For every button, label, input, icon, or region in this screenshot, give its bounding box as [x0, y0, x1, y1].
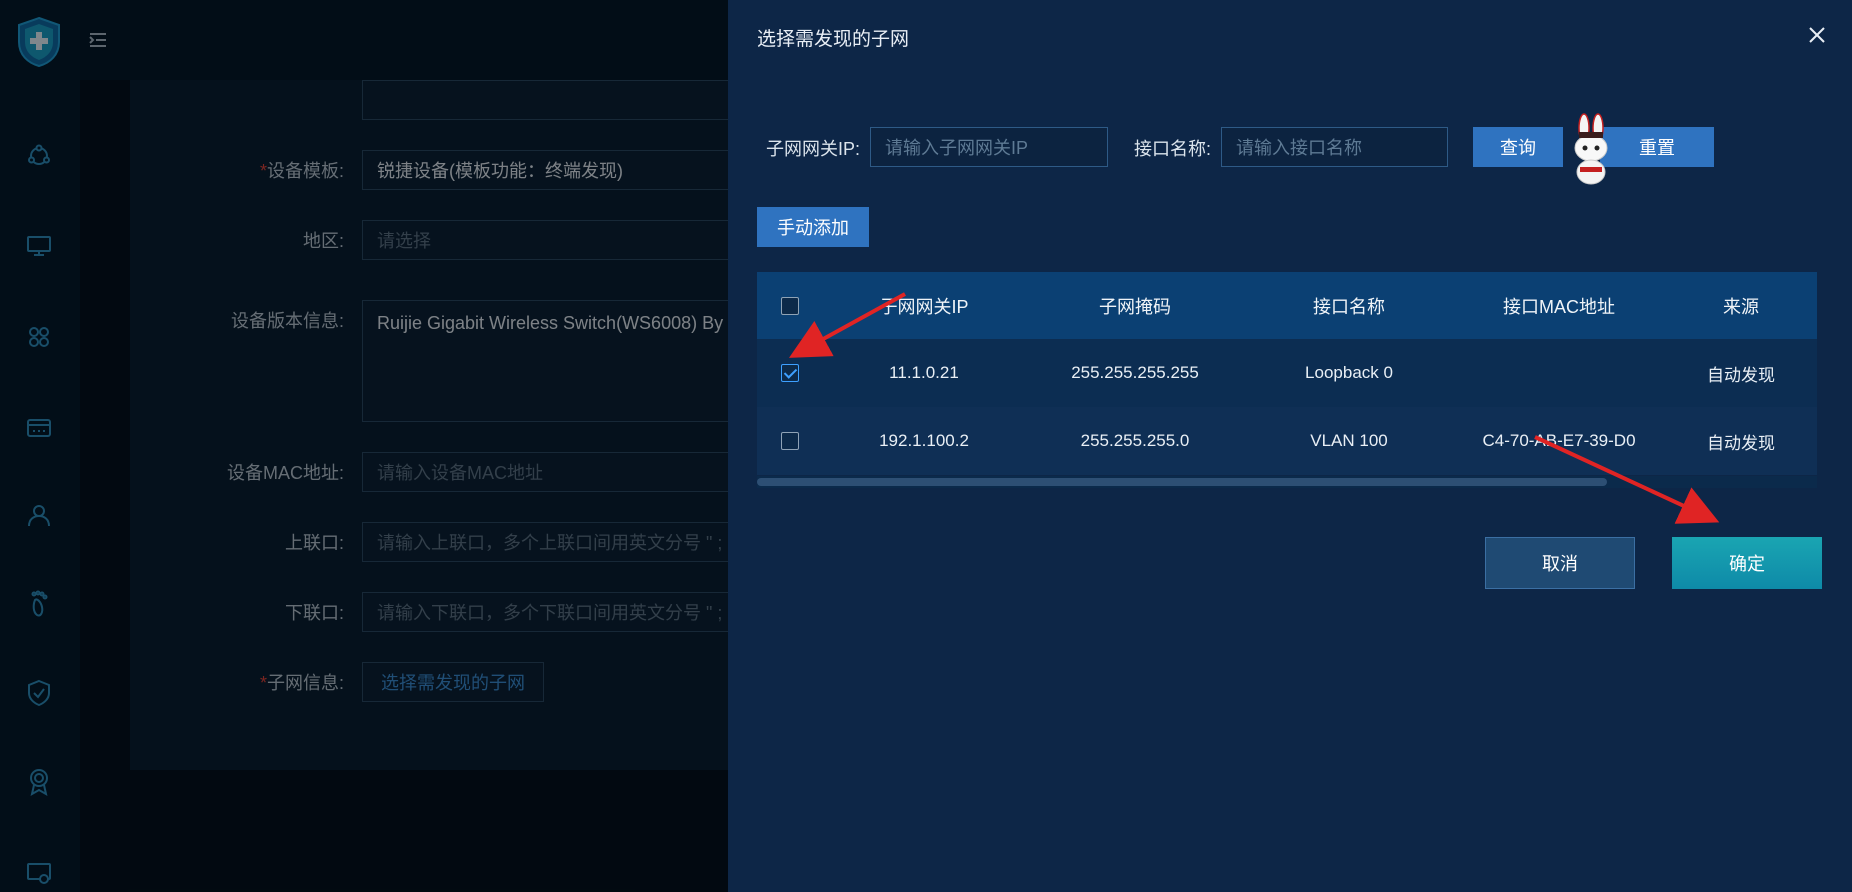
- header-source: 来源: [1723, 296, 1759, 317]
- subnet-dialog: 选择需发现的子网 子网网关IP: 请输入子网网关IP 接口名称: 请输入接口名称…: [728, 0, 1852, 892]
- query-button[interactable]: 查询: [1473, 127, 1563, 167]
- cell-source: 自动发现: [1707, 365, 1775, 385]
- table-row[interactable]: 192.1.100.2 255.255.255.0 VLAN 100 C4-70…: [757, 407, 1817, 475]
- subnet-table: 子网网关IP 子网掩码 接口名称 接口MAC地址 来源 11.1.0.21 25…: [757, 272, 1817, 475]
- table-scrollbar[interactable]: [757, 476, 1817, 488]
- cell-mask: 255.255.255.255: [1071, 363, 1199, 382]
- gateway-filter-input[interactable]: 请输入子网网关IP: [870, 127, 1108, 167]
- cell-source: 自动发现: [1707, 433, 1775, 453]
- interface-filter-label: 接口名称:: [1134, 139, 1212, 159]
- scrollbar-thumb[interactable]: [757, 478, 1607, 486]
- gateway-filter-label: 子网网关IP:: [766, 139, 861, 159]
- header-mac: 接口MAC地址: [1503, 296, 1615, 317]
- manual-add-button[interactable]: 手动添加: [757, 207, 869, 247]
- row-checkbox[interactable]: [781, 432, 799, 450]
- table-header: 子网网关IP 子网掩码 接口名称 接口MAC地址 来源: [757, 272, 1817, 339]
- header-mask: 子网掩码: [1099, 296, 1171, 317]
- select-all-checkbox[interactable]: [781, 296, 799, 315]
- header-gateway: 子网网关IP: [879, 296, 969, 317]
- cancel-button[interactable]: 取消: [1485, 537, 1635, 589]
- interface-filter-input[interactable]: 请输入接口名称: [1221, 127, 1448, 167]
- confirm-button[interactable]: 确定: [1672, 537, 1822, 589]
- cell-gateway: 192.1.100.2: [879, 431, 969, 450]
- header-interface: 接口名称: [1313, 296, 1385, 317]
- cell-gateway: 11.1.0.21: [889, 363, 959, 382]
- cell-mask: 255.255.255.0: [1080, 431, 1190, 450]
- close-icon[interactable]: [1806, 24, 1828, 46]
- row-checkbox[interactable]: [781, 364, 799, 382]
- table-row[interactable]: 11.1.0.21 255.255.255.255 Loopback 0 自动发…: [757, 339, 1817, 407]
- cell-mac: C4-70-AB-E7-39-D0: [1482, 431, 1636, 450]
- mascot-icon: [1566, 112, 1628, 188]
- cell-interface: VLAN 100: [1310, 431, 1388, 450]
- dialog-title: 选择需发现的子网: [757, 29, 910, 50]
- cell-interface: Loopback 0: [1305, 363, 1393, 382]
